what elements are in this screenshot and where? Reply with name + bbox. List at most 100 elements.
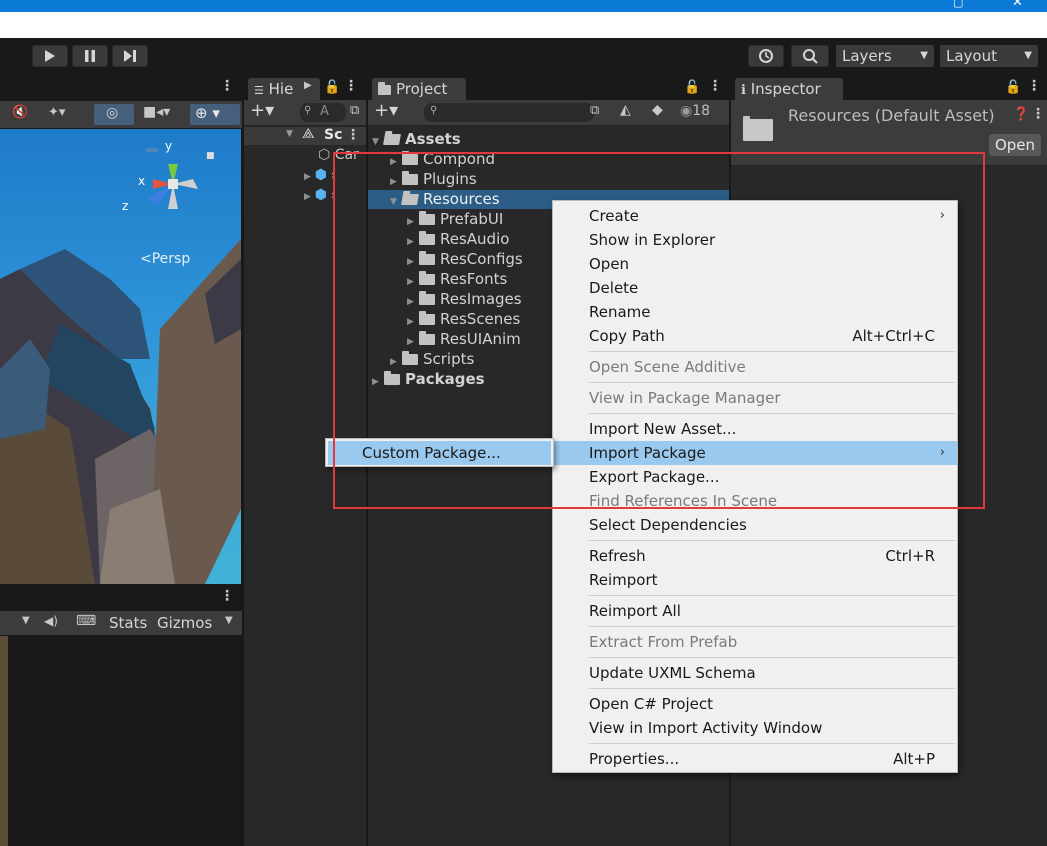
cube-outline-icon: ⬡ <box>318 147 331 163</box>
hierarchy-tabbar: ☰ Hie ▶ 🔓 ⋮ <box>244 76 366 100</box>
help-icon[interactable]: ❓ <box>1013 107 1029 122</box>
lock-icon[interactable]: 🔓 <box>324 80 340 95</box>
more-icon[interactable]: ⋮ <box>708 78 722 94</box>
hierarchy-item[interactable]: ▶ ⬢ › <box>304 167 336 185</box>
scene-row[interactable]: ▼ ⟁ Sc ⋮ <box>244 126 366 145</box>
tab-inspector[interactable]: ℹ Inspector <box>735 78 843 100</box>
menu-item-select-dependencies[interactable]: Select Dependencies <box>553 513 957 537</box>
play-button[interactable] <box>32 45 68 67</box>
folder-open-icon <box>383 134 401 145</box>
chevron-down-icon: ▼ <box>1024 50 1032 61</box>
project-tabbar: Project 🔓 ⋮ <box>368 76 729 100</box>
hierarchy-tab-label: Hie <box>268 80 294 98</box>
menu-item-reimport-all[interactable]: Reimport All <box>553 599 957 623</box>
shapes-icon[interactable]: ◭ <box>620 102 631 118</box>
layers-label: Layers <box>842 47 892 65</box>
pause-icon <box>85 50 95 62</box>
folder-icon <box>743 116 773 141</box>
project-search-input[interactable]: ⚲ <box>424 103 594 122</box>
hidden-count[interactable]: ◉18 <box>680 103 710 119</box>
list-icon: ☰ <box>254 84 264 97</box>
close-icon[interactable]: ✕ <box>1012 0 1023 10</box>
visibility-toggle[interactable]: ◎ <box>94 104 134 125</box>
chevron-down-icon[interactable]: ▼ <box>22 615 30 626</box>
menu-item-view-import-activity[interactable]: View in Import Activity Window <box>553 716 957 740</box>
menu-item-update-uxml-schema[interactable]: Update UXML Schema <box>553 661 957 685</box>
lock-icon[interactable]: ■ <box>206 151 215 161</box>
maximize-icon[interactable]: ▢ <box>953 0 963 9</box>
history-button[interactable] <box>748 45 784 67</box>
search-input[interactable]: ⚲ A <box>300 103 346 122</box>
menu-separator <box>589 688 955 689</box>
open-button[interactable]: Open <box>989 134 1041 156</box>
eye-off-icon: ◎ <box>106 105 119 121</box>
pause-button[interactable] <box>72 45 108 67</box>
folder-icon <box>378 82 391 95</box>
add-icon[interactable]: +▾ <box>250 100 274 121</box>
tag-icon[interactable]: ◆ <box>652 102 663 118</box>
filter-icon[interactable]: ⧉ <box>350 103 359 118</box>
search-placeholder: A <box>320 104 329 119</box>
effects-icon[interactable]: ✦▾ <box>48 105 65 120</box>
menu-separator <box>589 743 955 744</box>
persp-label[interactable]: <Persp <box>140 251 190 267</box>
scene-name: Sc <box>324 127 343 143</box>
menu-separator <box>589 657 955 658</box>
tree-item-assets[interactable]: ▼ Assets <box>372 129 461 149</box>
tab-project[interactable]: Project <box>372 78 466 100</box>
menu-separator <box>589 595 955 596</box>
project-tab-label: Project <box>396 80 448 98</box>
layout-dropdown[interactable]: Layout ▼ <box>940 45 1038 67</box>
project-toolbar: +▾ ⚲ ⧉ ◭ ◆ ◉18 <box>368 100 729 126</box>
chevron-right-icon[interactable]: ▶ <box>304 80 312 91</box>
chevron-down-icon: ▼ <box>920 50 928 61</box>
more-icon[interactable]: ⋮ <box>220 588 234 604</box>
scene-viewport[interactable]: y x z ■ <Persp <box>0 129 241 584</box>
inspector-tabbar: ℹ Inspector 🔓 ⋮ <box>731 76 1047 100</box>
filter-by-type-icon[interactable]: ⧉ <box>590 103 599 118</box>
more-icon[interactable]: ⋮ <box>346 127 360 143</box>
gizmo-toggle[interactable]: ⊕ ▾ <box>190 104 240 125</box>
axis-y-label: y <box>165 139 173 153</box>
more-icon[interactable]: ⋮ <box>344 78 358 94</box>
search-icon: ⚲ <box>304 105 312 116</box>
speaker-icon[interactable]: ◀) <box>44 614 58 628</box>
hidden-count-value: 18 <box>692 103 711 119</box>
main-toolbar: Layers ▼ Layout ▼ <box>0 38 1047 74</box>
more-icon[interactable]: ⋮ <box>220 78 234 94</box>
menu-item-open-csharp-project[interactable]: Open C# Project <box>553 692 957 716</box>
hierarchy-toolbar: +▾ ⚲ A ⧉ <box>244 100 366 126</box>
eye-icon: ◉ <box>680 103 693 119</box>
expand-arrow-icon[interactable]: ▼ <box>286 129 293 139</box>
lock-icon[interactable]: 🔓 <box>1005 80 1021 95</box>
inspector-tab-label: Inspector <box>750 80 821 98</box>
menu-item-refresh[interactable]: Refresh Ctrl+R <box>553 544 957 568</box>
search-button[interactable] <box>791 45 829 67</box>
more-icon[interactable]: ⋮ <box>1027 78 1041 94</box>
stats-button[interactable]: Stats <box>109 614 147 632</box>
camera-icon[interactable]: ■◂▾ <box>143 104 170 120</box>
audio-toggle-icon[interactable]: 🔇 <box>12 105 28 120</box>
menu-item-properties[interactable]: Properties... Alt+P <box>553 747 957 771</box>
layers-dropdown[interactable]: Layers ▼ <box>836 45 934 67</box>
hierarchy-item[interactable]: ▶ ⬢ › <box>304 187 336 205</box>
window-title-bar: ▢ ✕ <box>0 0 1047 12</box>
keyboard-icon[interactable]: ⌨ <box>76 613 96 629</box>
menu-item-reimport[interactable]: Reimport <box>553 568 957 592</box>
step-icon <box>124 50 136 62</box>
gizmos-button[interactable]: Gizmos <box>157 614 212 632</box>
step-button[interactable] <box>112 45 148 67</box>
game-panel: ⋮ ▼ ◀) ⌨ Stats Gizmos ▼ <box>0 586 242 846</box>
chevron-down-icon[interactable]: ▼ <box>225 615 233 626</box>
lock-icon[interactable]: 🔓 <box>684 80 700 95</box>
scene-panel: ⋮ 🔇 ✦▾ ◎ ■◂▾ ⊕ ▾ y x z ■ <Persp <box>0 76 242 586</box>
prefab-cube-icon: ⬢ <box>314 167 327 183</box>
search-icon <box>803 49 818 64</box>
menu-separator <box>589 626 955 627</box>
scene-toolbar: 🔇 ✦▾ ◎ ■◂▾ ⊕ ▾ <box>0 101 242 128</box>
more-icon[interactable]: ⋮ <box>1031 106 1045 122</box>
menu-bar <box>0 12 1047 38</box>
game-toolbar: ▼ ◀) ⌨ Stats Gizmos ▼ <box>0 611 242 635</box>
expand-arrow-icon: ▶ <box>304 172 311 182</box>
add-icon[interactable]: +▾ <box>374 100 398 121</box>
